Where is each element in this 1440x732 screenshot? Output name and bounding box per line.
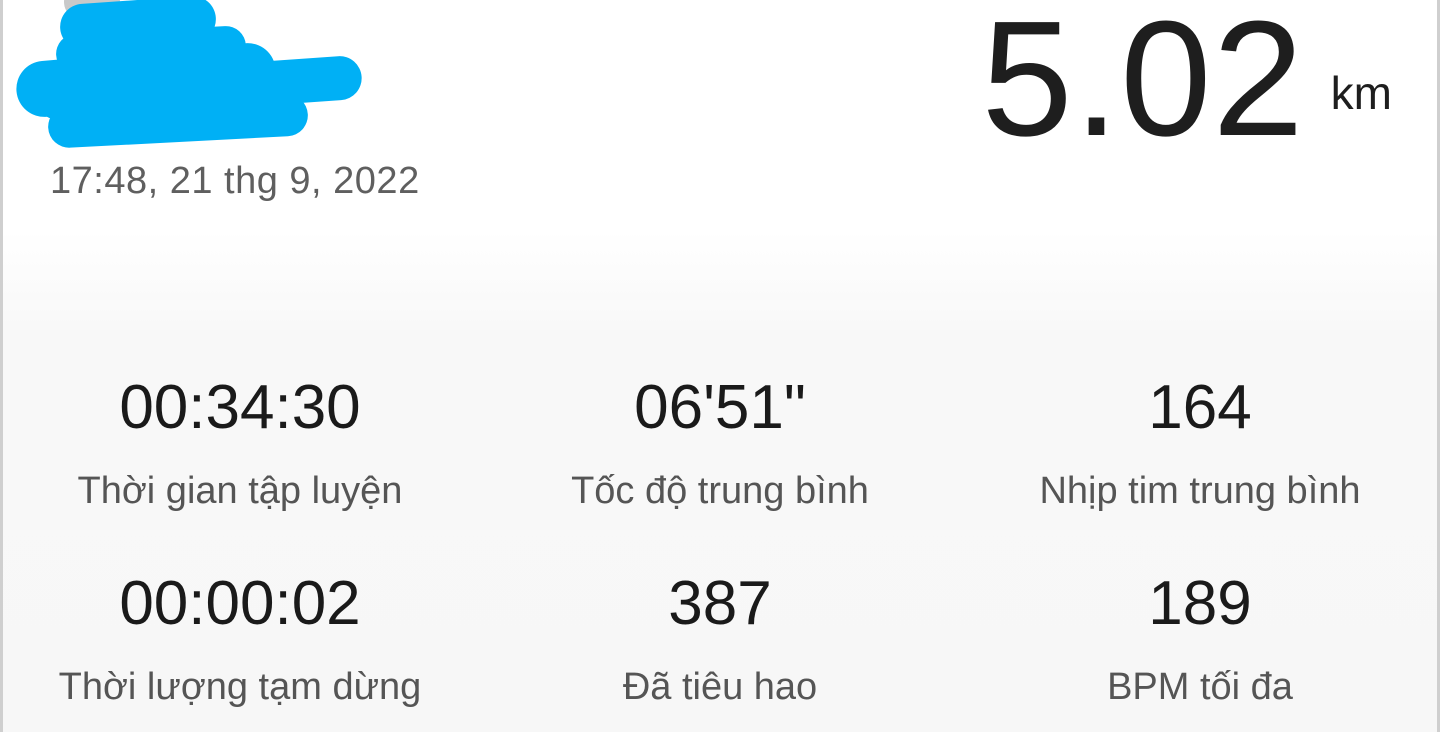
stat-label: Đã tiêu hao xyxy=(622,666,818,708)
stat-value: 00:34:30 xyxy=(119,373,361,442)
stat-label: Tốc độ trung bình xyxy=(571,470,869,512)
stat-average-pace: 06'51" Tốc độ trung bình xyxy=(480,370,960,516)
stat-value: 00:00:02 xyxy=(119,569,361,638)
stat-value: 189 xyxy=(1148,569,1252,638)
stat-value: 387 xyxy=(668,569,772,638)
stat-label: BPM tối đa xyxy=(1107,666,1293,708)
workout-timestamp: 17:48, 21 thg 9, 2022 xyxy=(50,160,420,202)
stat-value: 164 xyxy=(1148,373,1252,442)
user-profile xyxy=(0,0,380,150)
stat-pause-duration: 00:00:02 Thời lượng tạm dừng xyxy=(0,566,480,712)
stat-calories-burned: 387 Đã tiêu hao xyxy=(480,566,960,712)
distance-value: 5.02 xyxy=(981,0,1305,170)
distance-display: 5.02 km xyxy=(981,0,1392,170)
stat-max-bpm: 189 BPM tối đa xyxy=(960,566,1440,712)
distance-unit: km xyxy=(1330,67,1392,119)
stat-average-heart-rate: 164 Nhịp tim trung bình xyxy=(960,370,1440,516)
stat-value: 06'51" xyxy=(634,373,806,442)
stat-workout-time: 00:34:30 Thời gian tập luyện xyxy=(0,370,480,516)
stat-label: Nhịp tim trung bình xyxy=(1039,470,1361,512)
stat-label: Thời gian tập luyện xyxy=(77,470,403,512)
stat-label: Thời lượng tạm dừng xyxy=(58,666,422,708)
